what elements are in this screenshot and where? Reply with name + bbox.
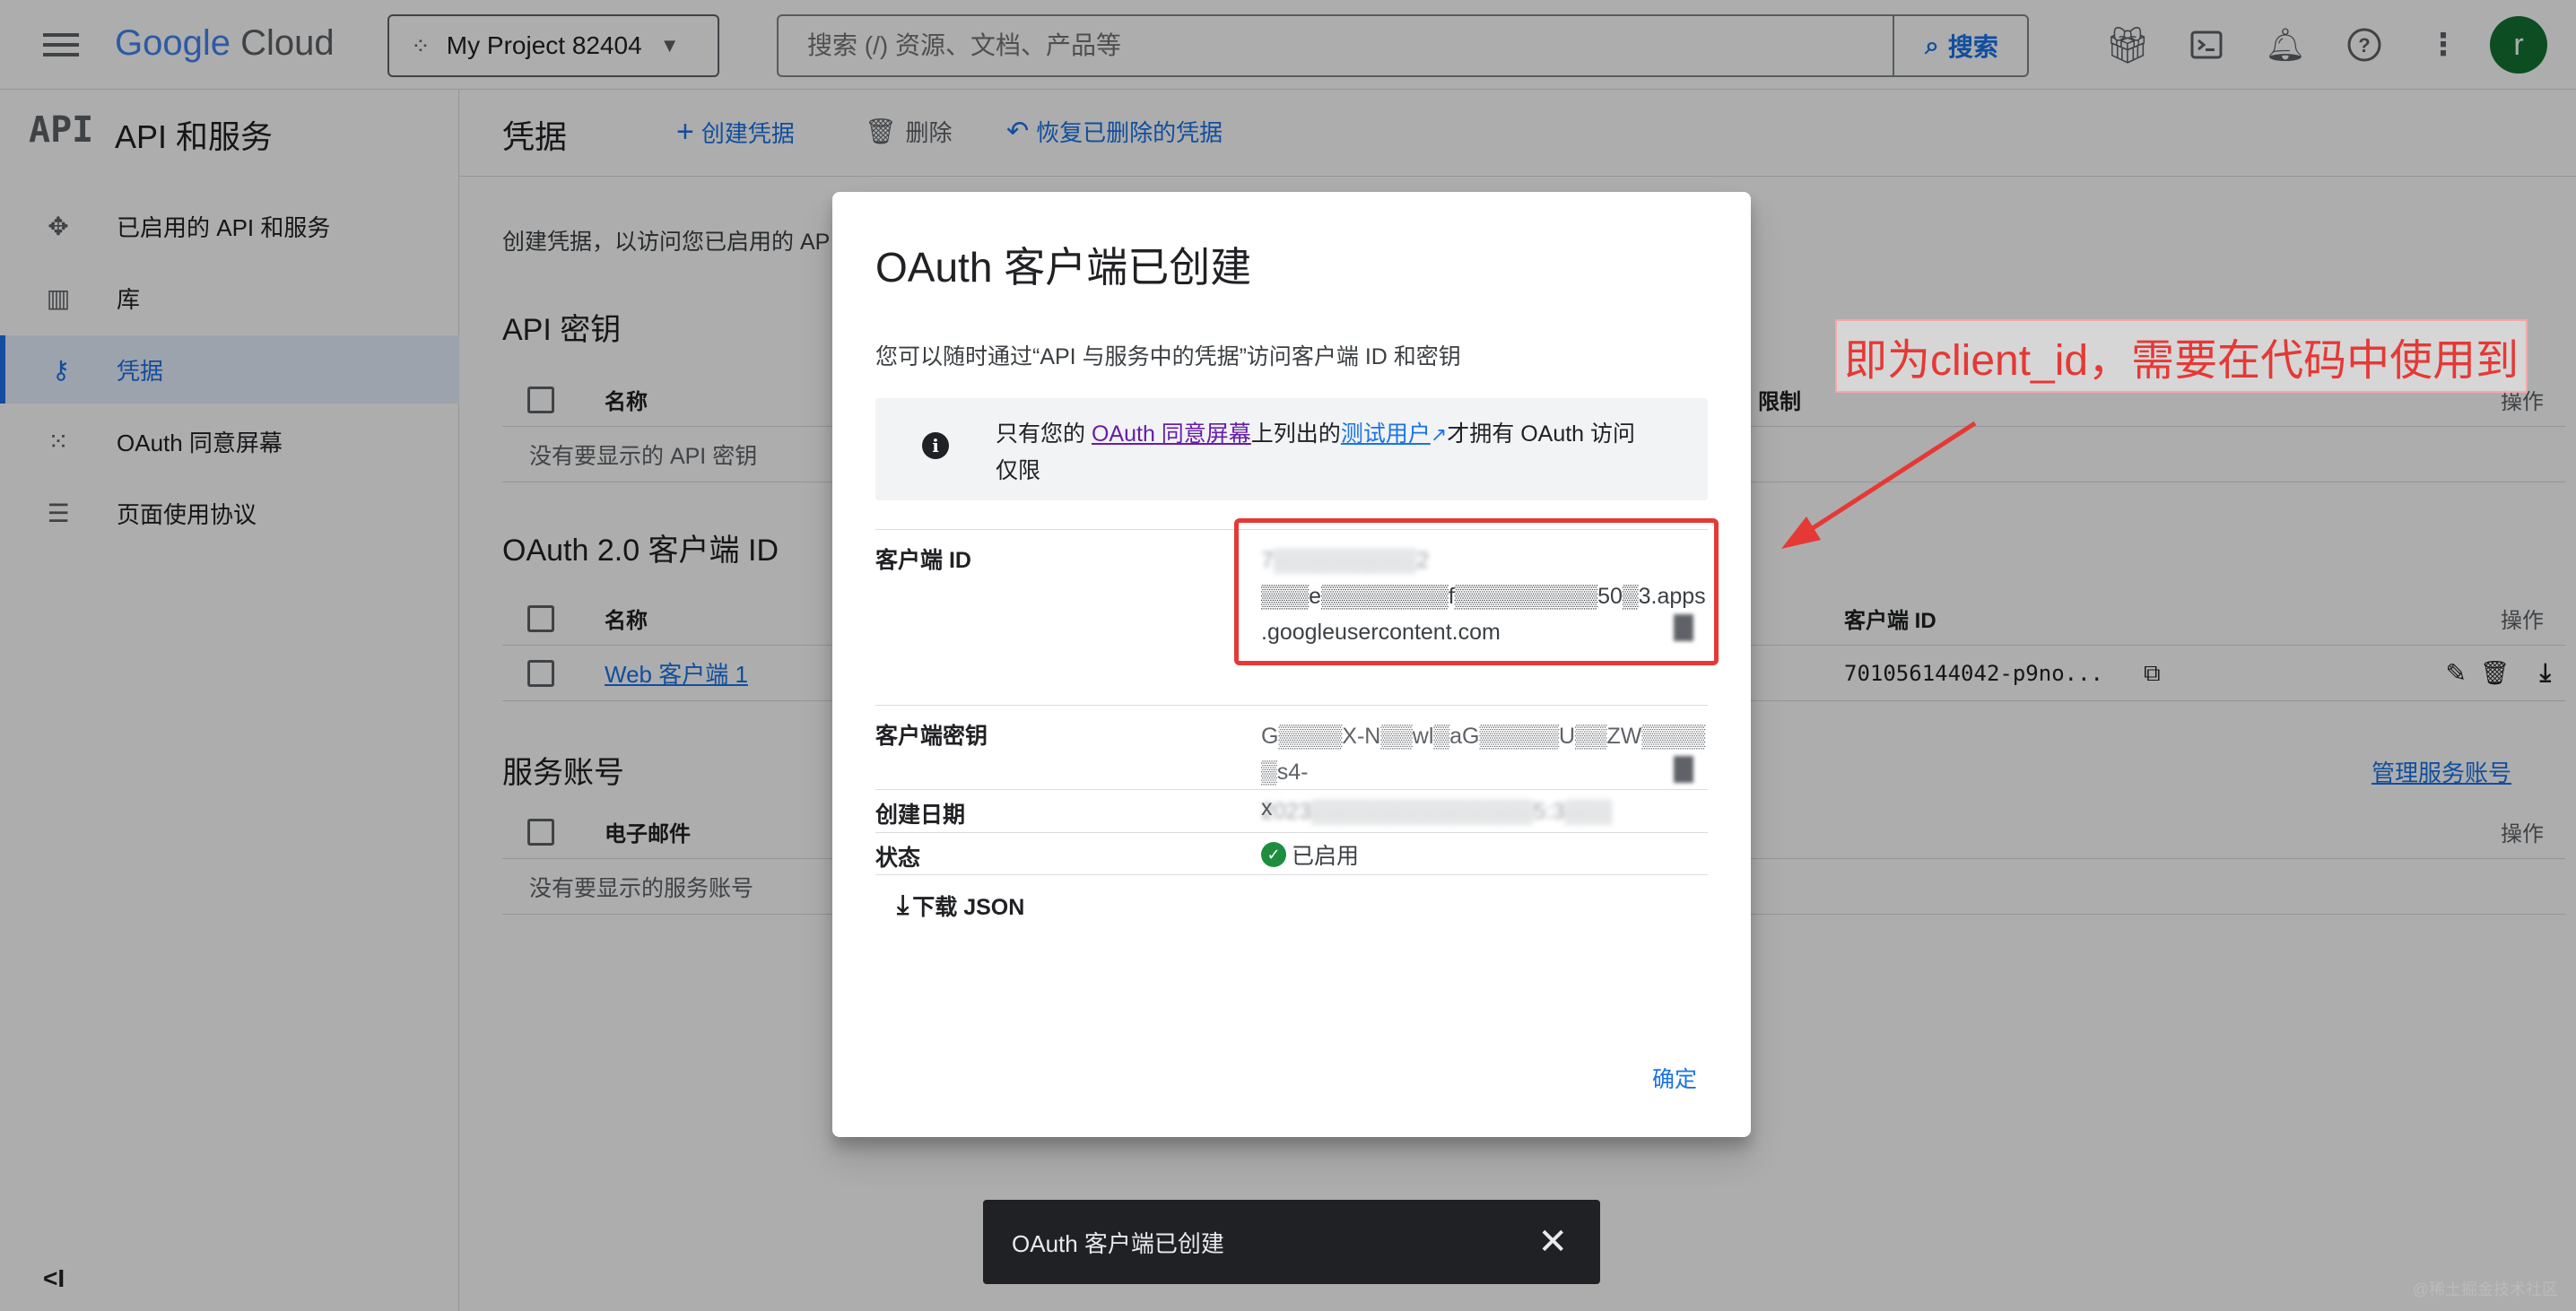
annotation-highlight-box bbox=[1234, 518, 1719, 665]
annotation-arrow-icon bbox=[1781, 421, 1977, 549]
copy-icon[interactable] bbox=[1674, 756, 1693, 783]
download-json-label: 下载 JSON bbox=[912, 895, 1025, 920]
info-text-2: 上列出的 bbox=[1250, 421, 1341, 447]
dialog-description: 您可以随时通过“API 与服务中的凭据”访问客户端 ID 和密钥 bbox=[875, 344, 1461, 369]
test-users-link[interactable]: 测试用户 bbox=[1341, 421, 1431, 447]
status-row: 状态 ✓ 已启用 bbox=[875, 832, 1708, 875]
status-text: 已启用 bbox=[1292, 844, 1360, 869]
ok-button[interactable]: 确定 bbox=[1652, 1062, 1697, 1094]
created-date-label: 创建日期 bbox=[875, 803, 966, 828]
created-date-row: 创建日期 2023▒▒▒▒▒▒▒▒▒▒▒▒▒▒5:3▒▒▒ bbox=[875, 789, 1708, 832]
open-in-new-icon: ↗ bbox=[1430, 423, 1448, 446]
dialog-title: OAuth 客户端已创建 bbox=[875, 244, 1252, 291]
status-value: ✓ 已启用 bbox=[1261, 838, 1359, 871]
download-json-button[interactable]: ⤓ 下载 JSON bbox=[897, 890, 1024, 922]
client-secret-line-1: G▒▒▒▒X-N▒▒wl▒aG▒▒▒▒▒U▒▒ZW▒▒▒▒▒s4- bbox=[1261, 724, 1706, 785]
client-secret-row: 客户端密钥 G▒▒▒▒X-N▒▒wl▒aG▒▒▒▒▒U▒▒ZW▒▒▒▒▒s4- … bbox=[875, 705, 1708, 820]
check-circle-icon: ✓ bbox=[1261, 842, 1286, 867]
info-text-1: 只有您的 bbox=[996, 421, 1086, 447]
snackbar-text: OAuth 客户端已创建 bbox=[1012, 1229, 1224, 1257]
info-text-4: 仅限 bbox=[996, 458, 1041, 483]
status-label: 状态 bbox=[875, 846, 921, 871]
download-icon: ⤓ bbox=[897, 890, 909, 920]
snackbar: OAuth 客户端已创建 ✕ bbox=[983, 1200, 1600, 1284]
created-date-value: 2023▒▒▒▒▒▒▒▒▒▒▒▒▒▒5:3▒▒▒ bbox=[1261, 799, 1613, 824]
oauth-consent-link[interactable]: OAuth 同意屏幕 bbox=[1092, 421, 1251, 447]
client-id-label: 客户端 ID bbox=[875, 548, 971, 573]
close-icon[interactable]: ✕ bbox=[1537, 1221, 1568, 1263]
annotation-label: 即为client_id，需要在代码中使用到 bbox=[1835, 319, 2528, 393]
info-text-3: 才拥有 OAuth 访问 bbox=[1447, 421, 1636, 447]
info-icon: i bbox=[922, 432, 949, 459]
watermark: @稀土掘金技术社区 bbox=[2412, 1281, 2558, 1298]
info-text: 只有您的 OAuth 同意屏幕上列出的测试用户↗才拥有 OAuth 访问 仅限 bbox=[996, 416, 1695, 489]
client-secret-label: 客户端密钥 bbox=[875, 724, 988, 749]
info-banner: i 只有您的 OAuth 同意屏幕上列出的测试用户↗才拥有 OAuth 访问 仅… bbox=[875, 398, 1708, 500]
